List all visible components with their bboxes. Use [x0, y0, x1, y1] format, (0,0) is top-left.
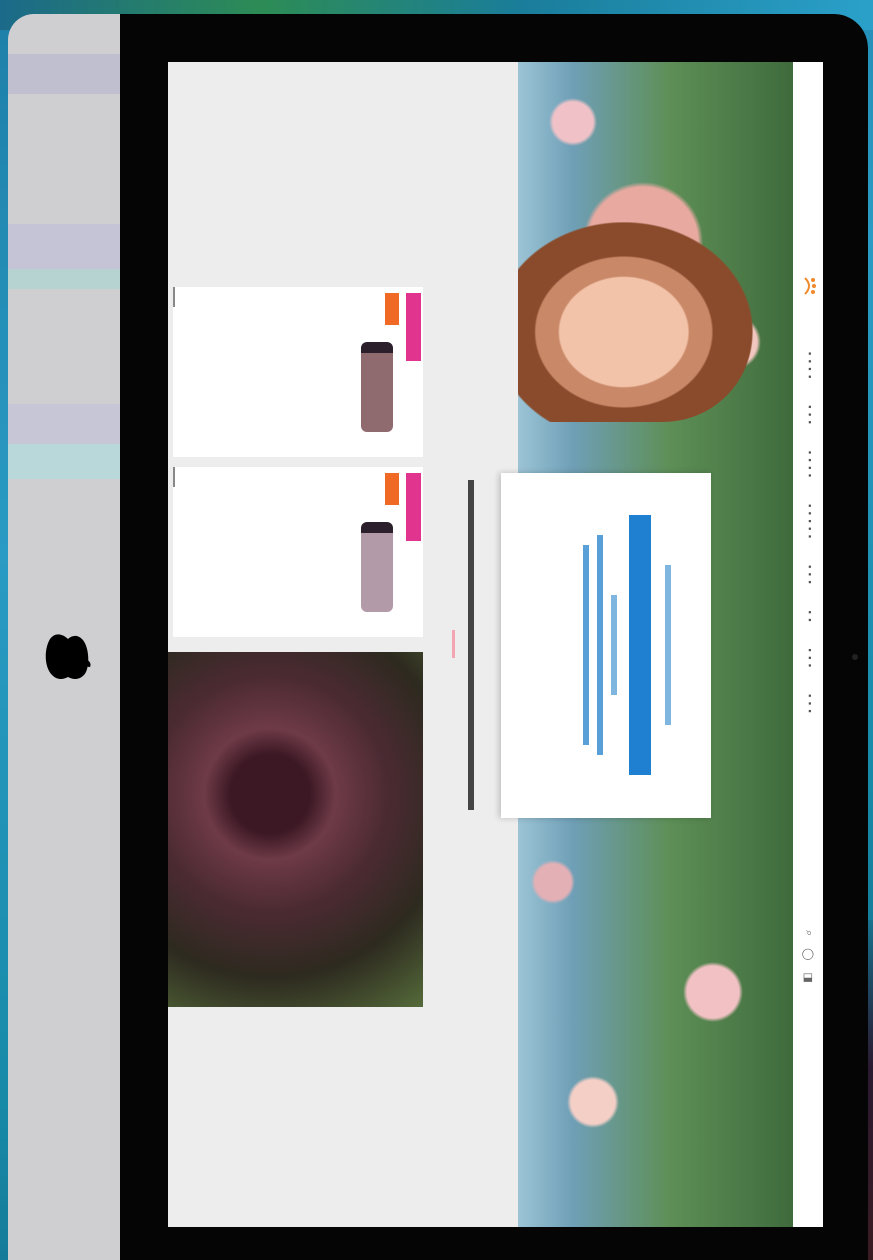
product-card[interactable]: [173, 287, 423, 457]
user-icon[interactable]: ◯: [802, 948, 815, 960]
product-divider: [173, 287, 175, 307]
webcam: [852, 654, 858, 660]
section-title-blur: [468, 480, 474, 810]
lid-reflection: [8, 54, 120, 94]
nav-icons: ⌕ ◯ ◨: [802, 930, 815, 983]
nav-link[interactable]: ▪ ▪ ▪: [805, 405, 815, 425]
site-nav-bar: ▪ ▪ ▪ ▪ ▪ ▪ ▪ ▪ ▪ ▪ ▪ ▪ ▪ ▪ ▪ ▪ ▪ ▪ ▪ ▪ …: [793, 62, 823, 1227]
nav-link[interactable]: ▪ ▪ ▪ ▪: [805, 451, 815, 478]
product-image[interactable]: [361, 342, 393, 432]
rotated-webpage: ▪ ▪ ▪ ▪ ▪ ▪ ▪ ▪ ▪ ▪ ▪ ▪ ▪ ▪ ▪ ▪ ▪ ▪ ▪ ▪ …: [168, 62, 823, 1227]
promo-banner[interactable]: [168, 652, 423, 1007]
nav-links: ▪ ▪ ▪ ▪ ▪ ▪ ▪ ▪ ▪ ▪ ▪ ▪ ▪ ▪ ▪ ▪ ▪ ▪ ▪ ▪ …: [805, 352, 815, 714]
badge-new: [406, 473, 421, 541]
nav-link[interactable]: ▪ ▪ ▪: [805, 694, 815, 714]
nav-link[interactable]: ▪ ▪ ▪ ▪ ▪: [805, 504, 815, 539]
search-icon[interactable]: ⌕: [802, 930, 815, 936]
nav-link[interactable]: ▪ ▪ ▪: [805, 649, 815, 669]
lid-reflection: [8, 224, 120, 269]
hero-banner[interactable]: [501, 62, 793, 1227]
badge-new: [406, 293, 421, 361]
brand-logo-icon[interactable]: [803, 276, 817, 296]
hero-card-text-blur: [583, 515, 671, 775]
apple-logo-icon: [45, 634, 91, 679]
badge-discount: [385, 473, 399, 505]
nav-link[interactable]: ▪ ▪ ▪: [805, 565, 815, 585]
section-underline: [452, 630, 455, 658]
product-card[interactable]: [173, 467, 423, 637]
lid-reflection: [8, 269, 120, 289]
product-image[interactable]: [361, 522, 393, 612]
cart-icon[interactable]: ◨: [802, 972, 815, 982]
nav-link[interactable]: ▪ ▪: [805, 611, 815, 623]
nav-link[interactable]: ▪ ▪ ▪ ▪: [805, 352, 815, 379]
laptop-screen: ▪ ▪ ▪ ▪ ▪ ▪ ▪ ▪ ▪ ▪ ▪ ▪ ▪ ▪ ▪ ▪ ▪ ▪ ▪ ▪ …: [168, 62, 823, 1227]
lid-reflection: [8, 444, 120, 479]
badge-discount: [385, 293, 399, 325]
hero-card: [501, 473, 711, 818]
lid-reflection: [8, 404, 120, 444]
laptop-lid-edge: [8, 14, 120, 1260]
product-divider: [173, 467, 175, 487]
hero-model-image: [518, 222, 753, 422]
